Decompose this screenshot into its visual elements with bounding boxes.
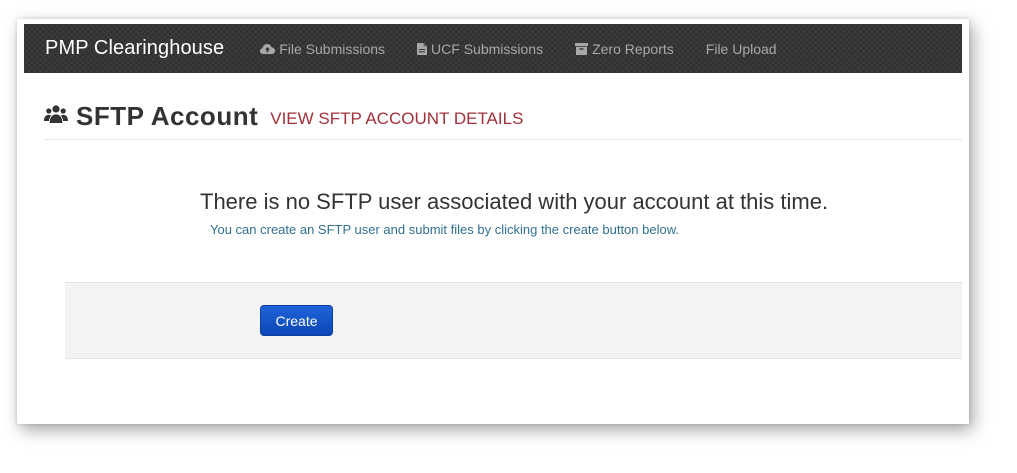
nav-file-upload[interactable]: File Upload bbox=[706, 41, 777, 57]
action-well: Create bbox=[65, 282, 962, 359]
nav-item-label: File Submissions bbox=[279, 40, 386, 57]
create-button[interactable]: Create bbox=[260, 305, 333, 336]
nav-zero-reports[interactable]: Zero Reports bbox=[575, 41, 674, 57]
nav-item-label: File Upload bbox=[705, 40, 777, 57]
archive-icon bbox=[575, 42, 589, 55]
users-icon bbox=[44, 105, 68, 123]
cloud-upload-icon bbox=[260, 43, 276, 54]
create-instructions-text: You can create an SFTP user and submit f… bbox=[210, 222, 679, 237]
brand-link[interactable]: PMP Clearinghouse bbox=[45, 37, 224, 60]
nav-item-label: UCF Submissions bbox=[431, 40, 544, 57]
view-sftp-account-details-link[interactable]: VIEW SFTP ACCOUNT DETAILS bbox=[270, 109, 523, 129]
nav-ucf-submissions[interactable]: UCF Submissions bbox=[417, 41, 543, 57]
no-sftp-user-message: There is no SFTP user associated with yo… bbox=[200, 189, 829, 214]
top-navbar: PMP Clearinghouse File Submissions UCF S… bbox=[24, 24, 962, 73]
page-header: SFTP Account VIEW SFTP ACCOUNT DETAILS bbox=[44, 99, 962, 140]
page-title: SFTP Account bbox=[76, 101, 259, 131]
file-icon bbox=[417, 42, 428, 55]
nav-file-submissions[interactable]: File Submissions bbox=[260, 41, 385, 57]
nav-item-label: Zero Reports bbox=[592, 40, 674, 57]
app-window: PMP Clearinghouse File Submissions UCF S… bbox=[17, 19, 969, 424]
